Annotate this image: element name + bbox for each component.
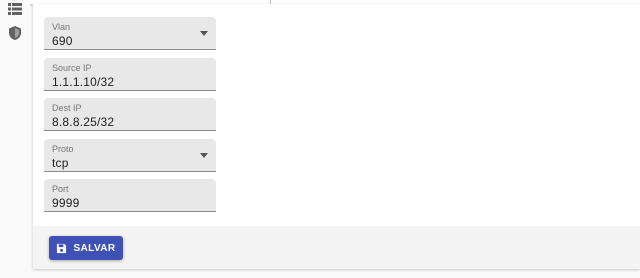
port-field[interactable]: Port 9999 xyxy=(44,179,216,212)
dest-ip-field[interactable]: Dest IP 8.8.8.25/32 xyxy=(44,98,216,131)
form-actions: SALVAR xyxy=(33,226,640,269)
source-ip-label: Source IP xyxy=(52,63,92,73)
vlan-value: 690 xyxy=(52,34,73,48)
vlan-label: Vlan xyxy=(52,22,71,32)
dest-ip-value: 8.8.8.25/32 xyxy=(52,115,115,129)
chevron-down-icon[interactable] xyxy=(200,31,208,36)
list-icon[interactable] xyxy=(7,1,23,17)
form-card: Vlan 690 Source IP 1.1.1.10/32 Dest IP 8… xyxy=(33,4,640,269)
proto-select[interactable]: Proto tcp xyxy=(44,139,216,172)
save-icon xyxy=(57,243,67,253)
save-button-label: SALVAR xyxy=(73,242,116,254)
sidebar xyxy=(0,0,30,278)
source-ip-field[interactable]: Source IP 1.1.1.10/32 xyxy=(44,58,216,91)
dest-ip-label: Dest IP xyxy=(52,103,82,113)
save-button[interactable]: SALVAR xyxy=(49,236,123,260)
shield-icon[interactable] xyxy=(7,25,23,41)
proto-label: Proto xyxy=(52,144,74,154)
port-label: Port xyxy=(52,184,69,194)
source-ip-value: 1.1.1.10/32 xyxy=(52,75,115,89)
port-value: 9999 xyxy=(52,196,80,210)
chevron-down-icon[interactable] xyxy=(200,153,208,158)
vlan-select[interactable]: Vlan 690 xyxy=(44,17,216,50)
proto-value: tcp xyxy=(52,156,69,170)
